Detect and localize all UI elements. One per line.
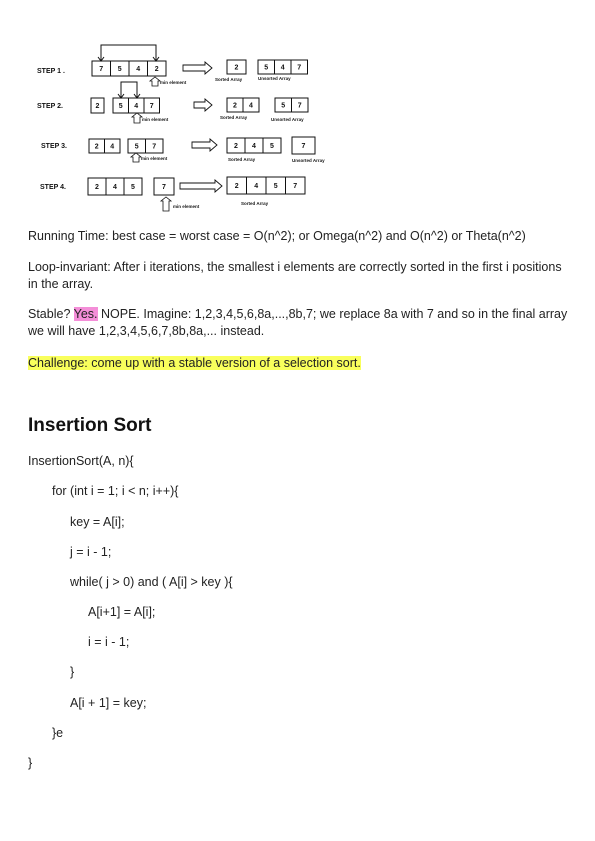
sorted-array-label: Sorted Array <box>241 201 269 206</box>
step2-array-value: 7 <box>150 103 154 110</box>
step4-array-value: 7 <box>162 184 166 191</box>
code-line: j = i - 1; <box>70 545 112 559</box>
step1-unsorted-value: 4 <box>281 65 285 72</box>
step3-sorted-value: 5 <box>270 143 274 150</box>
step2-unsorted-value: 7 <box>298 103 302 110</box>
step3-sorted-value: 4 <box>252 143 256 150</box>
code-line: for (int i = 1; i < n; i++){ <box>52 484 179 498</box>
step1-unsorted-value: 5 <box>264 65 268 72</box>
code-line: } <box>70 665 75 679</box>
stable-yes-highlight: Yes. <box>73 307 98 321</box>
step2-array-value: 2 <box>96 103 100 110</box>
step3-sorted-value: 2 <box>234 143 238 150</box>
challenge-paragraph: Challenge: come up with a stable version… <box>28 355 573 372</box>
code-line: key = A[i]; <box>70 515 125 529</box>
code-line: A[i + 1] = key; <box>70 696 147 710</box>
transition-arrow <box>193 98 213 112</box>
stable-prefix: Stable? <box>28 307 74 321</box>
step3-array-value: 5 <box>135 144 139 151</box>
unsorted-array-label: Unsorted Array <box>292 158 325 163</box>
step2-array-value: 4 <box>134 103 138 110</box>
step4-sorted-value: 2 <box>235 183 239 190</box>
step-label: STEP 4. <box>40 184 66 191</box>
transition-arrow <box>179 179 223 193</box>
min-element-arrow <box>129 152 143 163</box>
step2-array-value: 5 <box>119 103 123 110</box>
sorted-array-label: Sorted Array <box>215 77 243 82</box>
transition-arrow <box>182 61 213 75</box>
step1-array-value: 4 <box>136 66 140 73</box>
step1-sorted-value: 2 <box>235 65 239 72</box>
step-label: STEP 3. <box>41 143 67 150</box>
code-line: } <box>28 756 33 770</box>
selection-sort-figure: STEP 1 . 7 5 4 2 min element 2 5 4 7 Sorted Array U… <box>37 44 325 212</box>
min-element-arrow <box>148 76 162 87</box>
step2-unsorted-value: 5 <box>281 103 285 110</box>
step2-sorted-value: 2 <box>233 103 237 110</box>
unsorted-array-label: Unsorted Array <box>258 76 291 81</box>
step1-array-value: 5 <box>118 66 122 73</box>
step4-sorted-value: 5 <box>274 183 278 190</box>
step-label: STEP 1 . <box>37 68 65 75</box>
unsorted-array-label: Unsorted Array <box>271 117 304 122</box>
code-line: i = i - 1; <box>88 635 130 649</box>
loop-invariant-text: Loop-invariant: After i iterations, the … <box>28 260 562 291</box>
transition-arrow <box>191 138 218 152</box>
step1-array-value: 2 <box>155 66 159 73</box>
code-line: InsertionSort(A, n){ <box>28 454 134 468</box>
code-line: }e <box>52 726 64 740</box>
code-line: A[i+1] = A[i]; <box>88 605 156 619</box>
min-element-label: min element <box>141 156 168 161</box>
step3-array-value: 7 <box>152 144 156 151</box>
step4-sorted-value: 7 <box>293 183 297 190</box>
step3-array-value: 4 <box>110 144 114 151</box>
min-element-label: min element <box>142 117 169 122</box>
min-element-arrow <box>130 112 144 124</box>
insertion-sort-heading: Insertion Sort <box>28 415 152 436</box>
step3-unsorted-value: 7 <box>302 143 306 150</box>
step4-sorted-value: 4 <box>254 183 258 190</box>
min-element-label: min element <box>173 204 200 209</box>
step4-array-value: 4 <box>113 184 117 191</box>
stable-paragraph: Stable? Yes. NOPE. Imagine: 1,2,3,4,5,6,… <box>28 306 573 340</box>
challenge-highlight: Challenge: come up with a stable version… <box>28 356 361 370</box>
step3-array-value: 2 <box>95 144 99 151</box>
step1-array-value: 7 <box>99 66 103 73</box>
step2-sorted-value: 4 <box>249 103 253 110</box>
min-element-arrow <box>159 196 173 212</box>
running-time-text: Running Time: best case = worst case = O… <box>28 229 526 243</box>
step4-array-value: 5 <box>131 184 135 191</box>
step-label: STEP 2. <box>37 103 63 110</box>
sorted-array-label: Sorted Array <box>228 157 256 162</box>
code-line: while( j > 0) and ( A[i] > key ){ <box>70 575 233 589</box>
stable-rest: NOPE. Imagine: 1,2,3,4,5,6,8a,...,8b,7; … <box>28 307 568 338</box>
step1-unsorted-value: 7 <box>297 65 301 72</box>
swap-bracket <box>100 44 157 61</box>
step4-array-value: 2 <box>95 184 99 191</box>
min-element-label: min element <box>160 80 187 85</box>
sorted-array-label: Sorted Array <box>220 115 248 120</box>
